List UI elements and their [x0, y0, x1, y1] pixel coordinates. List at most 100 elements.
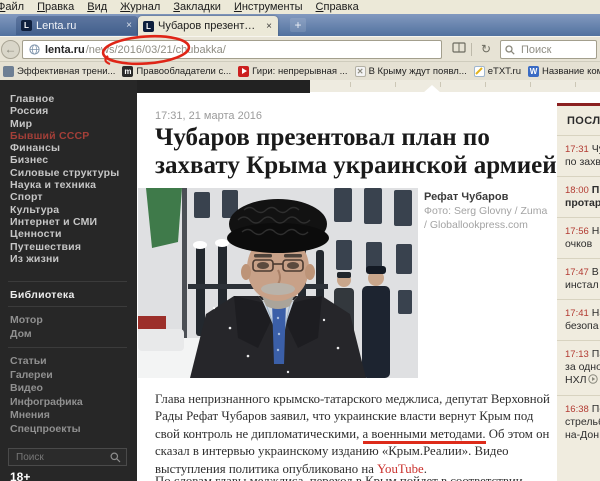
news-item[interactable]: 17:31Чуб по захв — [557, 135, 600, 176]
play-icon — [588, 374, 598, 388]
news-text: инстал — [565, 279, 600, 292]
new-tab-button[interactable]: + — [290, 18, 306, 32]
reader-book-icon — [452, 42, 466, 53]
favicon-placeholder-icon: ✕ — [355, 66, 366, 77]
news-text: по захв — [565, 156, 600, 169]
favicon-m-icon: m — [122, 66, 133, 77]
news-item[interactable]: 16:38По стрельб на-Дон — [557, 395, 600, 449]
sidebar-item-video[interactable]: Видео — [10, 382, 83, 396]
sidebar-divider — [8, 281, 127, 282]
latest-news-panel: ПОСЛ 17:31Чуб по захв 18:00Пы протар 17:… — [557, 103, 600, 481]
sidebar-item-kultura[interactable]: Культура — [10, 204, 119, 216]
news-item[interactable]: 17:56На очков — [557, 217, 600, 258]
sidebar-item-rossiya[interactable]: Россия — [10, 105, 119, 117]
sidebar-item-finansy[interactable]: Финансы — [10, 142, 119, 154]
news-time: 17:41 — [565, 308, 589, 319]
browser-search-input[interactable] — [519, 43, 583, 57]
sidebar-item-infografika[interactable]: Инфографика — [10, 396, 83, 410]
sidebar-divider — [8, 306, 127, 307]
sidebar-projects: Мотор Дом — [10, 314, 43, 341]
news-text: Чуб — [592, 143, 600, 155]
sidebar-item-glavnoe[interactable]: Главное — [10, 93, 119, 105]
sidebar-item-sport[interactable]: Спорт — [10, 191, 119, 203]
url-bar[interactable]: lenta.ru /news/2016/03/21/chubakka/ — [22, 40, 442, 59]
sidebar-item-mir[interactable]: Мир — [10, 118, 119, 130]
news-text: за одно — [565, 361, 600, 374]
sidebar-item-stati[interactable]: Статьи — [10, 355, 83, 369]
reload-button[interactable]: ↻ — [477, 42, 495, 58]
news-text: По — [592, 403, 600, 415]
sidebar-item-nauka[interactable]: Наука и техника — [10, 179, 119, 191]
sidebar-item-biblioteka[interactable]: Библиотека — [10, 289, 75, 301]
page-content: Главное Россия Мир Бывший СССР Финансы Б… — [0, 80, 600, 481]
bookmark-item[interactable]: Гири: непрерывная ... — [238, 66, 347, 77]
bookmark-label: Название компании ... — [542, 66, 600, 77]
timeline-notch — [423, 85, 441, 93]
sidebar-item-internet-smi[interactable]: Интернет и СМИ — [10, 216, 119, 228]
news-item[interactable]: 17:47В инстал — [557, 258, 600, 299]
tab-lenta[interactable]: L Lenta.ru × — [16, 16, 138, 35]
sidebar-divider — [8, 347, 127, 348]
photo-chubarov — [138, 188, 418, 378]
sidebar-nav: Главное Россия Мир Бывший СССР Финансы Б… — [10, 93, 119, 265]
site-search-input[interactable] — [14, 451, 106, 464]
bookmark-item[interactable]: ✕ В Крыму ждут появл... — [355, 66, 467, 77]
favicon-generic-icon — [3, 66, 14, 77]
news-item[interactable]: 17:13Па за одно НХЛ — [557, 340, 600, 395]
news-item[interactable]: 18:00Пы протар — [557, 176, 600, 217]
reader-view-button[interactable] — [450, 42, 468, 58]
sidebar-item-spetsproekty[interactable]: Спецпроекты — [10, 423, 83, 437]
menu-history[interactable]: Журнал — [120, 1, 160, 13]
navigation-bar: ← lenta.ru /news/2016/03/21/chubakka/ ↻ — [0, 36, 600, 61]
sidebar-item-byvshiy-sssr[interactable]: Бывший СССР — [10, 130, 119, 142]
sidebar-item-puteshestviya[interactable]: Путешествия — [10, 241, 119, 253]
sidebar-item-tsennosti[interactable]: Ценности — [10, 228, 119, 240]
news-text: на-Дон — [565, 429, 600, 442]
bookmark-item[interactable]: Эффективная трени... — [3, 66, 115, 77]
bookmark-label: Гири: непрерывная ... — [252, 66, 347, 77]
sidebar-item-dom[interactable]: Дом — [10, 328, 43, 342]
bookmark-item[interactable]: eTXT.ru — [474, 66, 521, 77]
site-search-box[interactable] — [8, 448, 127, 466]
menu-file[interactable]: Файл — [0, 1, 24, 13]
url-path: /news/2016/03/21/chubakka/ — [86, 44, 226, 56]
tab-title: Чубаров презентовал план ... — [158, 20, 261, 32]
article-title: Чубаров презентовал план по захвату Крым… — [155, 124, 570, 180]
news-time: 17:13 — [565, 349, 589, 360]
bookmark-item[interactable]: m Правообладатели с... — [122, 66, 231, 77]
menu-help[interactable]: Справка — [316, 1, 359, 13]
sidebar-item-biznes[interactable]: Бизнес — [10, 154, 119, 166]
bookmark-item[interactable]: W Название компании ... — [528, 66, 600, 77]
tab-close-icon[interactable]: × — [125, 20, 133, 31]
bookmarks-bar: Эффективная трени... m Правообладатели с… — [0, 61, 600, 80]
bookmark-label: Эффективная трени... — [17, 66, 115, 77]
news-text: Пы — [592, 184, 600, 196]
site-sidebar: Главное Россия Мир Бывший СССР Финансы Б… — [0, 80, 137, 481]
news-text: На — [592, 307, 600, 319]
sidebar-item-motor[interactable]: Мотор — [10, 314, 43, 328]
back-button[interactable]: ← — [1, 40, 20, 59]
sidebar-item-iz-zhizni[interactable]: Из жизни — [10, 253, 119, 265]
etxt-favicon-icon — [474, 66, 485, 77]
sidebar-item-galerei[interactable]: Галереи — [10, 369, 83, 383]
news-text: НХЛ — [565, 374, 586, 386]
red-underline-annotation: а военными методами. — [363, 427, 486, 444]
sidebar-item-mneniya[interactable]: Мнения — [10, 409, 83, 423]
sidebar-item-silovye-struktury[interactable]: Силовые структуры — [10, 167, 119, 179]
article-paragraph: Глава непризнанного крымско-татарского м… — [155, 391, 555, 478]
menu-bookmarks[interactable]: Закладки — [173, 1, 221, 13]
tab-title: Lenta.ru — [36, 20, 121, 32]
tab-article[interactable]: L Чубаров презентовал план ... × — [138, 16, 278, 36]
menu-view[interactable]: Вид — [87, 1, 107, 13]
latest-news-header: ПОСЛ — [557, 106, 600, 135]
browser-search-box[interactable] — [500, 40, 597, 59]
sidebar-formats: Статьи Галереи Видео Инфографика Мнения … — [10, 355, 83, 436]
news-item[interactable]: 17:41На безопа — [557, 299, 600, 340]
photo-caption-name: Рефат Чубаров — [424, 191, 554, 203]
site-header-strip — [137, 80, 310, 93]
menu-tools[interactable]: Инструменты — [234, 1, 303, 13]
tab-close-icon[interactable]: × — [265, 21, 273, 32]
lenta-favicon-icon: L — [21, 20, 32, 31]
youtube-favicon-icon — [238, 66, 249, 77]
menu-edit[interactable]: Правка — [37, 1, 74, 13]
